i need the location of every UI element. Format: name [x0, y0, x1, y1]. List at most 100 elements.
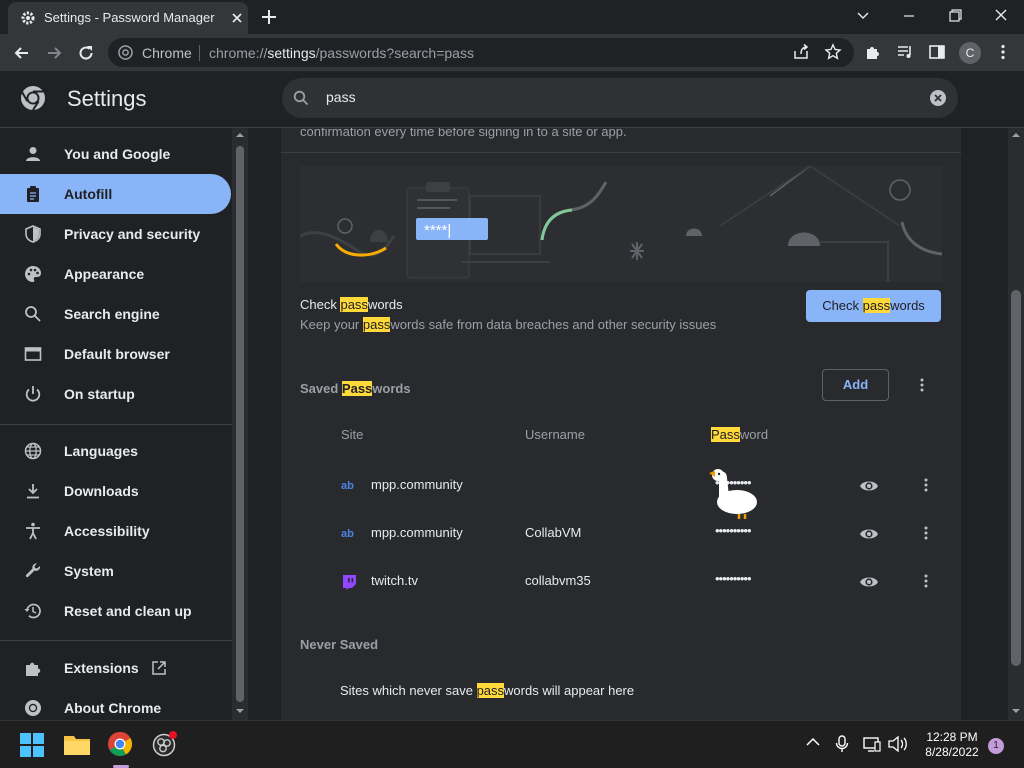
- windows-taskbar: 12:28 PM 8/28/2022 1: [0, 720, 1024, 768]
- check-passwords-title: Check passwords: [300, 297, 403, 312]
- url-path: /passwords?search=pass: [315, 45, 474, 61]
- obs-icon[interactable]: [152, 731, 178, 757]
- system-clock[interactable]: 12:28 PM 8/28/2022: [912, 730, 992, 760]
- notification-badge[interactable]: 1: [988, 738, 1004, 754]
- profile-avatar[interactable]: C: [959, 42, 981, 64]
- sidebar-item-privacy[interactable]: Privacy and security: [0, 214, 231, 254]
- scroll-down-arrow-icon[interactable]: [1012, 708, 1020, 714]
- menu-kebab-icon[interactable]: [994, 43, 1012, 61]
- share-icon[interactable]: [792, 43, 810, 61]
- illustration-password-text: ****|: [424, 222, 451, 239]
- sidebar-item-extensions[interactable]: Extensions: [0, 648, 231, 688]
- tab-search-chevron-icon[interactable]: [850, 6, 876, 26]
- search-highlight: Pass: [341, 381, 373, 396]
- media-queue-icon[interactable]: [896, 43, 914, 61]
- new-tab-icon[interactable]: [260, 8, 278, 26]
- sidebar-item-label: On startup: [64, 386, 135, 402]
- sidebar-item-system[interactable]: System: [0, 551, 231, 591]
- row-more-icon[interactable]: [918, 525, 934, 541]
- volume-icon[interactable]: [888, 736, 908, 752]
- sidebar-item-downloads[interactable]: Downloads: [0, 471, 231, 511]
- sidebar-item-label: Search engine: [64, 306, 160, 322]
- password-row[interactable]: ab mpp.community CollabVM ••••••••••: [281, 510, 961, 558]
- password-row[interactable]: ab mpp.community ••••••••••: [281, 462, 961, 510]
- row-more-icon[interactable]: [918, 573, 934, 589]
- sidebar-item-languages[interactable]: Languages: [0, 431, 231, 471]
- column-header-username: Username: [525, 427, 585, 442]
- saved-title-pre: Saved: [300, 381, 342, 396]
- add-password-button[interactable]: Add: [822, 369, 889, 401]
- window-close-icon[interactable]: [988, 6, 1014, 26]
- globe-icon: [24, 442, 42, 460]
- windows-start-icon[interactable]: [20, 733, 44, 757]
- search-icon: [24, 305, 42, 323]
- minimize-icon[interactable]: [896, 6, 922, 26]
- check-title-pre: Check: [300, 297, 341, 312]
- gear-icon: [20, 10, 36, 26]
- browser-tab[interactable]: Settings - Password Manager: [8, 2, 248, 34]
- clock-time: 12:28 PM: [926, 730, 978, 744]
- confirmation-text: confirmation every time before signing i…: [300, 128, 627, 139]
- show-password-eye-icon[interactable]: [859, 478, 879, 494]
- row-more-icon[interactable]: [918, 477, 934, 493]
- microphone-icon[interactable]: [835, 735, 849, 753]
- ab-icon: ab: [341, 478, 357, 492]
- col-password-post: word: [739, 427, 769, 442]
- sidebar-divider: [0, 424, 232, 425]
- settings-search-field[interactable]: pass: [282, 78, 958, 118]
- sidebar-scrollbar-thumb[interactable]: [236, 146, 244, 702]
- side-panel-icon[interactable]: [928, 43, 946, 61]
- sidebar-item-appearance[interactable]: Appearance: [0, 254, 231, 294]
- tab-title: Settings - Password Manager: [44, 10, 215, 25]
- check-title-post: words: [367, 297, 403, 312]
- sidebar-item-label: About Chrome: [64, 700, 162, 716]
- scroll-up-arrow-icon[interactable]: [1012, 132, 1020, 138]
- sidebar-item-on-startup[interactable]: On startup: [0, 374, 231, 414]
- search-highlight: pass: [340, 297, 368, 312]
- password-manager-card: confirmation every time before signing i…: [281, 128, 961, 720]
- settings-sidebar: You and Google Autofill Privacy and secu…: [0, 128, 232, 720]
- chevron-up-icon[interactable]: [806, 737, 820, 747]
- address-bar[interactable]: Chrome chrome://settings/passwords?searc…: [108, 38, 854, 67]
- sidebar-item-autofill[interactable]: Autofill: [0, 174, 231, 214]
- scroll-up-arrow-icon[interactable]: [236, 132, 244, 138]
- search-input[interactable]: pass: [326, 89, 356, 105]
- sidebar-item-you-and-google[interactable]: You and Google: [0, 134, 231, 174]
- chrome-taskbar-icon[interactable]: [107, 731, 133, 757]
- sidebar-item-label: Downloads: [64, 483, 139, 499]
- check-desc-pre: Keep your: [300, 317, 363, 332]
- forward-icon[interactable]: [44, 43, 64, 63]
- sidebar-item-search-engine[interactable]: Search engine: [0, 294, 231, 334]
- back-icon[interactable]: [12, 43, 32, 63]
- sidebar-item-label: Autofill: [64, 186, 113, 202]
- chrome-site-icon[interactable]: [118, 45, 133, 60]
- clear-search-icon[interactable]: [929, 89, 947, 107]
- scroll-down-arrow-icon[interactable]: [236, 708, 244, 714]
- show-password-eye-icon[interactable]: [859, 574, 879, 590]
- url-text: chrome://settings/passwords?search=pass: [209, 45, 474, 61]
- show-password-eye-icon[interactable]: [859, 526, 879, 542]
- check-passwords-button[interactable]: Check passwords: [806, 290, 941, 322]
- main-scrollbar[interactable]: [1008, 128, 1024, 720]
- restore-icon[interactable]: [942, 6, 968, 26]
- sidebar-scrollbar[interactable]: [232, 128, 248, 720]
- saved-passwords-menu-icon[interactable]: [914, 377, 930, 393]
- sidebar-item-reset[interactable]: Reset and clean up: [0, 591, 231, 631]
- main-scrollbar-thumb[interactable]: [1011, 290, 1021, 666]
- extensions-puzzle-icon[interactable]: [864, 43, 882, 61]
- browser-icon: [24, 345, 42, 363]
- network-icon[interactable]: [863, 736, 881, 752]
- reload-icon[interactable]: [76, 43, 96, 63]
- sidebar-item-accessibility[interactable]: Accessibility: [0, 511, 231, 551]
- ab-icon: ab: [341, 526, 357, 540]
- file-explorer-icon[interactable]: [64, 733, 90, 755]
- url-host: settings: [267, 45, 316, 61]
- tab-close-icon[interactable]: [230, 11, 244, 25]
- password-row[interactable]: twitch.tv collabvm35 ••••••••••: [281, 558, 961, 606]
- clock-date: 8/28/2022: [925, 745, 979, 759]
- settings-header: Settings pass: [0, 71, 1024, 128]
- sidebar-item-label: System: [64, 563, 114, 579]
- sidebar-item-default-browser[interactable]: Default browser: [0, 334, 231, 374]
- bookmark-star-icon[interactable]: [824, 43, 842, 61]
- open-in-new-icon: [151, 660, 167, 676]
